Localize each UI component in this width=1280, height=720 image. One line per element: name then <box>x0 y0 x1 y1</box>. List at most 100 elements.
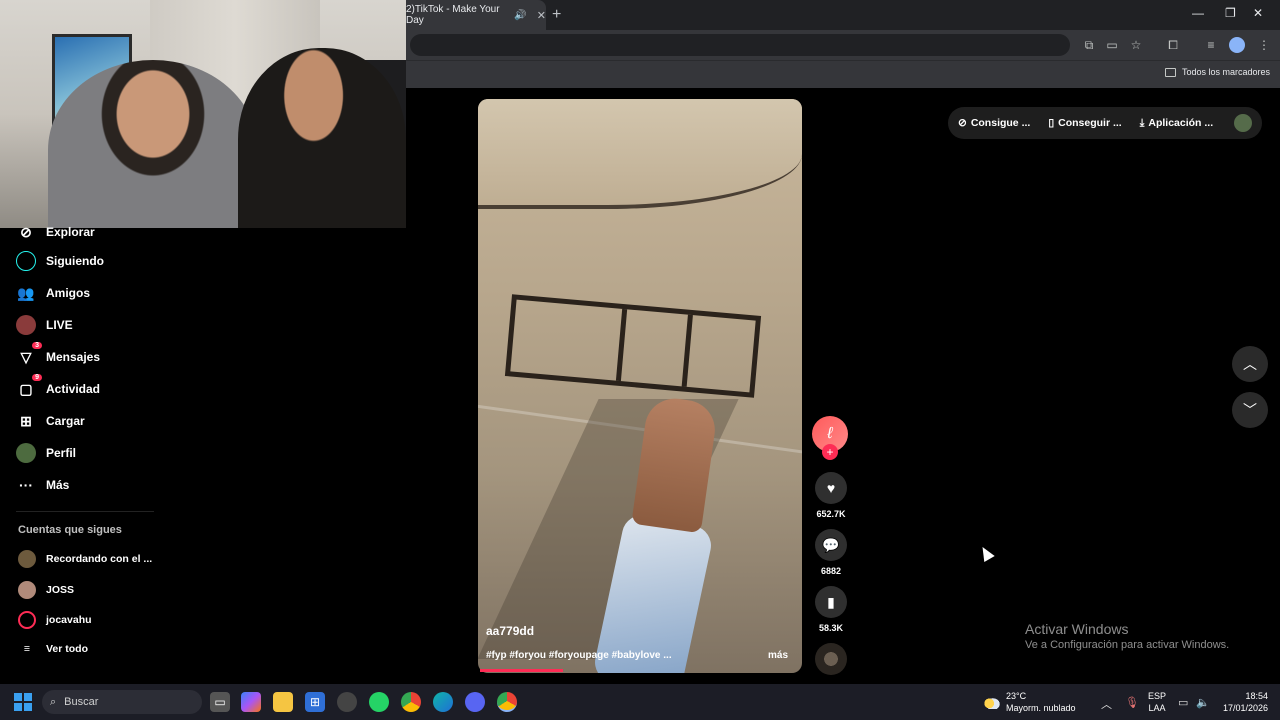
following-section-title: Cuentas que sigues <box>18 524 122 536</box>
copilot-icon[interactable] <box>241 692 261 712</box>
sidebar-item-upload[interactable]: ⊞ Cargar <box>16 411 85 431</box>
top-actions-bar: ⊘ Consigue ... ▯ Conseguir ... ⤓ Aplicac… <box>948 107 1262 139</box>
see-all-label: Ver todo <box>46 643 89 655</box>
grid-line <box>681 314 693 387</box>
save-action[interactable]: ▮ 58.3K <box>812 586 850 633</box>
sidebar-item-live[interactable]: LIVE <box>16 315 73 335</box>
phone-icon: ▯ <box>1048 117 1055 129</box>
avatar <box>18 581 36 599</box>
address-bar[interactable] <box>410 34 1070 56</box>
clock-date: 17/01/2026 <box>1222 703 1268 713</box>
mouse-cursor-icon <box>977 543 995 563</box>
weather-cloud-icon <box>982 695 1000 709</box>
get-app-button[interactable]: ▯ Conseguir ... <box>1048 117 1121 129</box>
webcam-person-left <box>48 60 258 228</box>
activity-icon: ▢ 9 <box>16 374 42 399</box>
follow-plus-icon[interactable]: + <box>822 444 838 460</box>
comment-icon[interactable]: 💬 <box>815 529 847 561</box>
chrome-active-icon[interactable] <box>497 692 517 712</box>
cast-icon[interactable]: ▭ <box>1104 37 1120 53</box>
followed-account[interactable]: jocavahu <box>18 611 92 629</box>
store-icon[interactable]: ⊞ <box>305 692 325 712</box>
previous-video-button[interactable]: ︿ <box>1232 346 1268 382</box>
search-placeholder: Buscar <box>64 696 99 708</box>
extensions-icon[interactable]: ⧠ <box>1165 37 1181 53</box>
edge-icon[interactable] <box>433 692 453 712</box>
media-control-icon[interactable]: ≡ <box>1203 37 1219 53</box>
browser-tab[interactable]: 2)TikTok - Make Your Day 🔊 ✕ <box>398 0 546 30</box>
language-indicator[interactable]: ESP LAA <box>1148 690 1166 714</box>
file-explorer-icon[interactable] <box>273 692 293 712</box>
sidebar-item-following[interactable]: Siguiendo <box>16 251 104 271</box>
maximize-icon[interactable]: ❐ <box>1225 6 1236 20</box>
avatar <box>18 611 36 629</box>
comment-action[interactable]: 💬 6882 <box>812 529 850 576</box>
volume-icon[interactable]: 🔈 <box>1196 696 1210 709</box>
close-tab-icon[interactable]: ✕ <box>537 9 546 22</box>
desktop-app-button[interactable]: ⤓ Aplicación ... <box>1140 117 1213 130</box>
video-progress-bar[interactable] <box>480 669 563 672</box>
sidebar-item-more[interactable]: ··· Más <box>16 475 69 495</box>
close-window-icon[interactable]: ✕ <box>1253 6 1263 20</box>
weather-widget[interactable]: 23°C Mayorm. nublado <box>982 690 1076 714</box>
network-icon[interactable]: ▭ <box>1178 696 1188 709</box>
sidebar: ⊘ Explorar Siguiendo 👥 Amigos LIVE ▽ 3 Me… <box>0 224 160 684</box>
sidebar-divider <box>16 511 154 512</box>
windows-start-icon[interactable] <box>14 693 32 711</box>
see-all-link[interactable]: ≡ Ver todo <box>18 643 88 655</box>
followed-account[interactable]: JOSS <box>18 581 74 599</box>
sidebar-item-label: Siguiendo <box>46 254 104 268</box>
bookmark-star-icon[interactable]: ☆ <box>1128 37 1144 53</box>
download-icon: ⤓ <box>1139 116 1145 129</box>
chevron-up-tray-icon[interactable]: ︿ <box>1101 696 1112 712</box>
compass-icon: ⊘ <box>20 223 32 240</box>
profile-avatar-icon[interactable] <box>1229 37 1245 53</box>
webcam-person-right <box>238 48 406 228</box>
coin-icon: ⊘ <box>958 117 967 129</box>
get-coins-label: Consigue ... <box>970 117 1031 129</box>
bookmark-icon[interactable]: ▮ <box>815 586 847 618</box>
sidebar-item-label: Cargar <box>46 414 85 428</box>
video-username[interactable]: aa779dd <box>486 624 534 638</box>
like-count: 652.7K <box>816 509 846 519</box>
task-view-icon[interactable]: ▭ <box>210 692 230 712</box>
microphone-icon[interactable]: 🎙 <box>1125 696 1139 709</box>
followed-account-name: Recordando con el ... <box>46 553 153 565</box>
user-avatar[interactable] <box>1234 114 1252 132</box>
sidebar-item-friends[interactable]: 👥 Amigos <box>16 283 90 303</box>
chevron-up-icon: ︿ <box>1243 356 1257 372</box>
whatsapp-icon[interactable] <box>369 692 389 712</box>
sidebar-item-activity[interactable]: ▢ 9 Actividad <box>16 374 100 399</box>
comment-count: 6882 <box>820 566 842 576</box>
discord-icon[interactable] <box>465 692 485 712</box>
all-bookmarks-button[interactable]: Todos los marcadores <box>1164 67 1270 77</box>
taskbar-search[interactable]: ⌕ Buscar <box>42 690 202 714</box>
caption-more-link[interactable]: más <box>768 650 788 661</box>
language-line1: ESP <box>1148 691 1167 701</box>
upload-icon: ⊞ <box>20 412 32 429</box>
like-action[interactable]: ♥ 652.7K <box>812 472 850 519</box>
language-line2: LAA <box>1148 703 1166 713</box>
sidebar-item-explore[interactable]: ⊘ Explorar <box>16 222 95 242</box>
speaker-icon[interactable]: 🔊 <box>514 10 526 21</box>
menu-kebab-icon[interactable]: ⋮ <box>1256 37 1272 53</box>
clock[interactable]: 18:54 17/01/2026 <box>1218 690 1268 714</box>
get-coins-button[interactable]: ⊘ Consigue ... <box>958 117 1030 129</box>
sidebar-item-messages[interactable]: ▽ 3 Mensajes <box>16 342 100 367</box>
messages-badge: 3 <box>32 342 42 349</box>
sidebar-item-profile[interactable]: Perfil <box>16 443 76 463</box>
next-video-button[interactable]: ﹀ <box>1232 392 1268 428</box>
minimize-icon[interactable]: — <box>1192 6 1204 20</box>
translate-icon[interactable]: ⧉ <box>1081 37 1097 53</box>
new-tab-icon[interactable]: + <box>552 6 561 24</box>
followed-account[interactable]: Recordando con el ... <box>18 550 152 568</box>
webcam-overlay <box>0 0 406 228</box>
chrome-icon[interactable] <box>401 692 421 712</box>
video-player[interactable] <box>478 99 802 673</box>
search-icon: ⌕ <box>50 695 57 708</box>
sidebar-item-label: Perfil <box>46 446 77 460</box>
heart-icon[interactable]: ♥ <box>815 472 847 504</box>
music-disc-icon[interactable] <box>815 643 847 675</box>
app-icon[interactable] <box>337 692 357 712</box>
activity-badge: 9 <box>32 374 42 381</box>
